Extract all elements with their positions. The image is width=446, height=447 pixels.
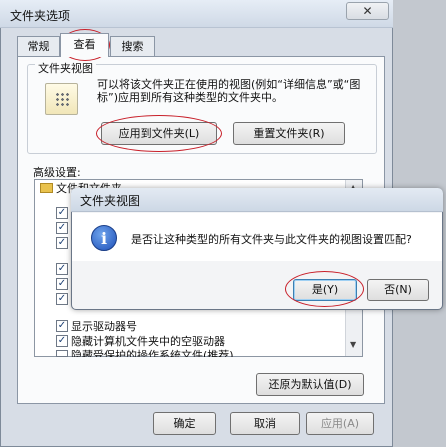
folder-view-description: 可以将该文件夹正在使用的视图(例如“详细信息”或“图标”)应用到所有这种类型的文…: [97, 78, 361, 104]
apply-button[interactable]: 应用(A): [306, 412, 374, 435]
yes-button[interactable]: 是(Y): [293, 279, 357, 301]
folder-view-icon: [45, 83, 78, 115]
show-drive-letters-label: 显示驱动器号: [71, 320, 137, 333]
tab-search[interactable]: 搜索: [110, 36, 155, 56]
hide-protected-files-label: 隐藏受保护的操作系统文件(推荐): [71, 349, 234, 357]
tree-checkbox[interactable]: ✓: [56, 278, 68, 290]
folder-view-group-label: 文件夹视图: [35, 60, 96, 76]
scroll-down-icon[interactable]: ▼: [350, 340, 356, 349]
no-button[interactable]: 否(N): [367, 279, 429, 301]
apply-to-folders-button[interactable]: 应用到文件夹(L): [101, 122, 217, 145]
advanced-settings-label: 高级设置:: [33, 166, 81, 179]
hide-protected-files-checkbox[interactable]: [56, 350, 68, 357]
hide-empty-drives-checkbox[interactable]: ✓: [56, 335, 68, 347]
folder-icon: [40, 183, 53, 193]
window-title: 文件夹选项: [10, 9, 71, 23]
ok-button[interactable]: 确定: [153, 412, 216, 435]
close-button[interactable]: ✕: [346, 2, 389, 20]
restore-defaults-button[interactable]: 还原为默认值(D): [256, 373, 364, 396]
tree-checkbox[interactable]: ✓: [56, 237, 68, 249]
reset-folders-button[interactable]: 重置文件夹(R): [233, 122, 345, 145]
tree-checkbox[interactable]: ✓: [56, 207, 68, 219]
tab-general[interactable]: 常规: [17, 36, 60, 56]
tree-checkbox[interactable]: ✓: [56, 263, 68, 275]
tab-view[interactable]: 查看: [60, 33, 109, 57]
tree-checkbox[interactable]: ✓: [56, 222, 68, 234]
show-drive-letters-checkbox[interactable]: ✓: [56, 320, 68, 332]
tree-checkbox[interactable]: ✓: [56, 293, 68, 305]
dialog-message: 是否让这种类型的所有文件夹与此文件夹的视图设置匹配?: [131, 233, 412, 246]
cancel-button[interactable]: 取消: [230, 412, 300, 435]
info-icon: i: [91, 225, 117, 251]
dialog-title: 文件夹视图: [80, 194, 141, 208]
